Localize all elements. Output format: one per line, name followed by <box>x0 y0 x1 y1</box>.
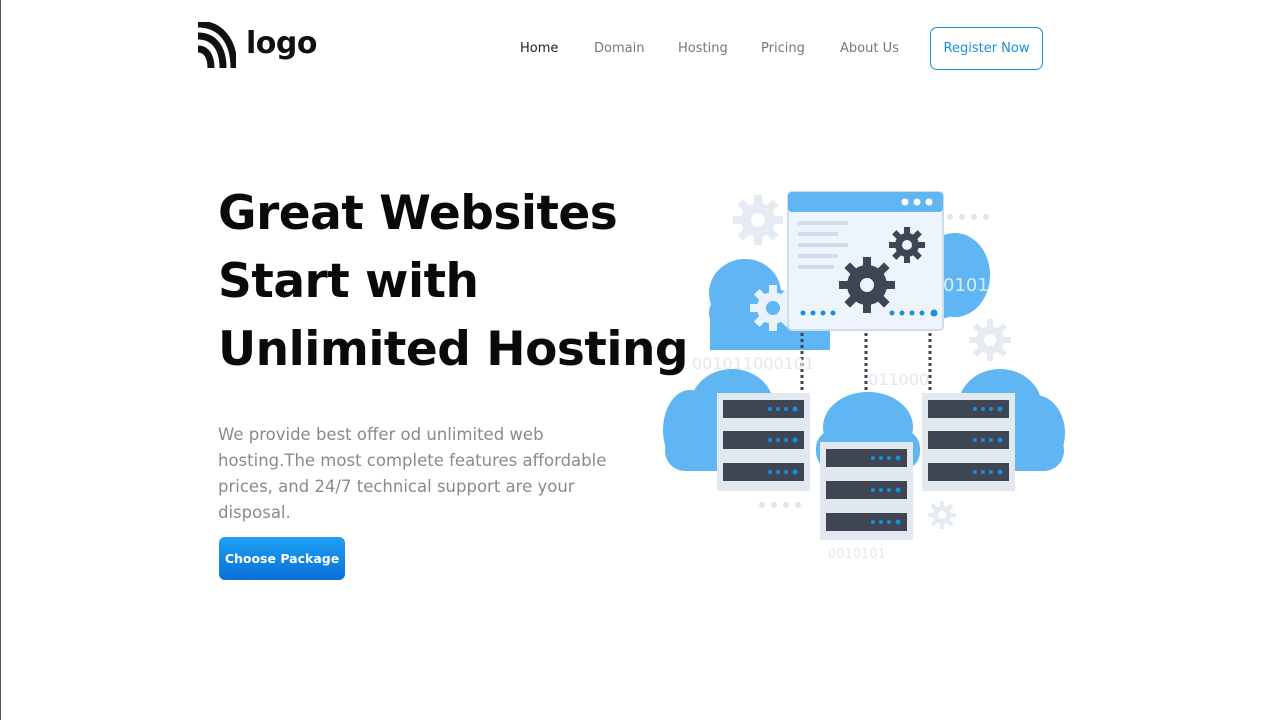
browser-window-icon <box>787 191 944 331</box>
site-logo[interactable]: logo <box>196 22 317 70</box>
logo-text: logo <box>246 26 317 61</box>
hero-title-line-3: Unlimited Hosting <box>218 322 689 377</box>
gear-icon <box>733 195 783 245</box>
binary-text-4: 0010101 <box>828 547 886 562</box>
nav-item-pricing[interactable]: Pricing <box>761 41 805 56</box>
nav-item-hosting[interactable]: Hosting <box>678 41 728 56</box>
nav-item-about-us[interactable]: About Us <box>840 41 899 56</box>
choose-package-button[interactable]: Choose Package <box>219 537 345 580</box>
register-now-button[interactable]: Register Now <box>930 27 1043 70</box>
binary-text-3: 011000 <box>868 370 929 389</box>
nav-item-domain[interactable]: Domain <box>594 41 644 56</box>
hosting-illustration: 0101 001011000101 011000 0010101 <box>663 191 1065 562</box>
hero-description: We provide best offer od unlimited web h… <box>218 425 607 522</box>
hero-title-line-2: Start with <box>218 254 479 309</box>
hero-title-line-1: Great Websites <box>218 186 618 241</box>
gear-icon <box>969 319 1011 361</box>
binary-text-1: 0101 <box>943 275 989 296</box>
gear-icon <box>928 501 956 529</box>
binary-text-2: 001011000101 <box>692 354 814 373</box>
hero-title: Great Websites Start with Unlimited Host… <box>218 180 689 384</box>
logo-mark-icon <box>197 22 236 69</box>
server-icon <box>922 393 1015 491</box>
nav-item-home[interactable]: Home <box>520 41 558 56</box>
viewport-left-border <box>0 0 1 720</box>
server-icon <box>717 393 810 491</box>
server-icon <box>820 442 913 540</box>
